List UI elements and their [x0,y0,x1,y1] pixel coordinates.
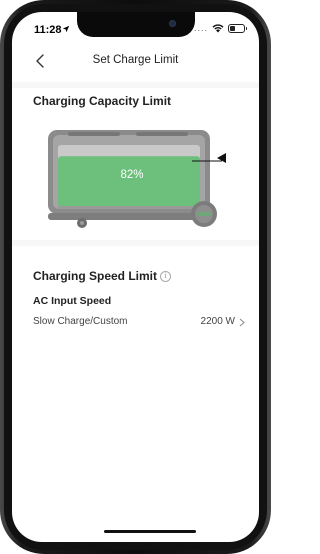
ac-speed-value: 2200 W [200,316,235,327]
ac-speed-row[interactable]: Slow Charge/Custom 2200 W [33,314,245,332]
nav-bar: Set Charge Limit [12,48,259,74]
signal-dots: .... [193,23,208,33]
notch [77,12,195,37]
capacity-fill [58,156,200,207]
ac-speed-label: Slow Charge/Custom [33,316,128,327]
capacity-percent: 82% [120,169,144,181]
status-time: 11:28 [34,24,62,36]
chevron-right-icon [239,318,245,327]
limit-marker-icon[interactable] [216,152,228,164]
speed-title: Charging Speed Limit [33,269,158,283]
capacity-title: Charging Capacity Limit [33,94,172,108]
location-arrow-icon [62,25,70,33]
battery-icon [228,24,247,33]
camera-dot [169,20,176,27]
page-title: Set Charge Limit [92,54,179,66]
status-icons: .... [193,23,247,33]
info-icon[interactable]: i [160,271,171,282]
battery-device-illustration[interactable] [42,127,222,237]
ac-input-title: AC Input Speed [33,295,112,307]
app-screen: 11:28 .... Set Charge Limit Charging Cap… [12,12,259,542]
divider [12,240,259,246]
battery-level [230,26,235,31]
wifi-icon [212,24,224,33]
home-indicator[interactable] [104,530,196,533]
